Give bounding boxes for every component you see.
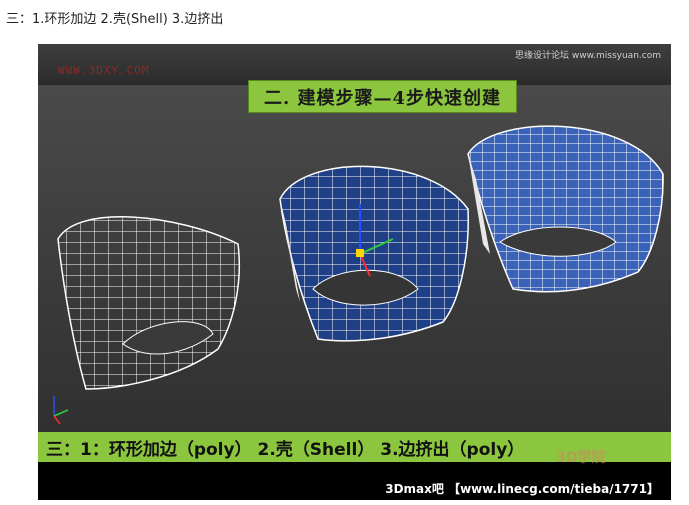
step-text: 三：1：环形加边（poly） 2.壳（Shell） 3.边挤出（poly） [46, 439, 525, 460]
viewport-axis-icon [53, 396, 69, 425]
tutorial-image: WWW.3DXY.COM 思缘设计论坛 www.missyuan.com 二. … [38, 44, 671, 500]
page-caption: 三：1.环形加边 2.壳(Shell) 3.边挤出 [6, 12, 224, 27]
extruded-chair-model [467, 125, 664, 293]
footer-text: 3Dmax吧 【www.linecg.com/tieba/1771】 [385, 482, 659, 496]
shell-chair-model [279, 165, 469, 342]
stamp-logo: 3D学院 [556, 450, 606, 466]
wireframe-chair-model [57, 216, 241, 390]
